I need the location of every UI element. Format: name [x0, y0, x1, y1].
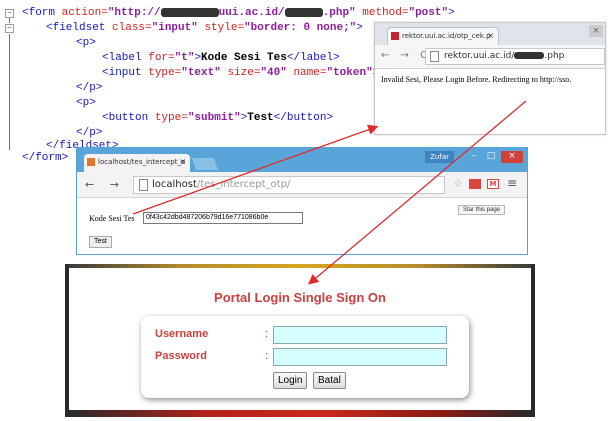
address-toolbar: ← → C rektor.uui.ac.id/ .php — [375, 45, 605, 69]
menu-icon[interactable]: ≡ — [507, 176, 517, 190]
browser-tab[interactable]: rektor.uui.ac.id/otp_cek.p × — [387, 27, 499, 45]
login-card: Username : Password : Login Batal — [141, 316, 469, 398]
password-input[interactable] — [273, 348, 447, 366]
url-prefix: rektor.uui.ac.id/ — [444, 51, 515, 61]
browser-tab[interactable]: localhost/tes_intercept_o × — [84, 154, 190, 172]
page-title: Portal Login Single Sign On — [214, 290, 386, 305]
gmail-icon[interactable]: M — [487, 179, 499, 189]
test-button[interactable]: Test — [89, 236, 112, 248]
tab-title: localhost/tes_intercept_o — [98, 158, 186, 166]
page-message: Invalid Sesi, Please Login Before. Redir… — [381, 75, 572, 84]
portal-login-page: Portal Login Single Sign On Username : P… — [65, 264, 535, 417]
token-input[interactable]: 0f43c42dbd487206b79d16e771086b0e — [143, 212, 303, 224]
username-label: Username — [155, 328, 209, 340]
code-line-input: <input type="text" size="40" name="token… — [102, 67, 379, 79]
address-bar[interactable]: rektor.uui.ac.id/ .php — [425, 48, 605, 65]
url-path: /tes_intercept_otp/ — [196, 179, 291, 190]
fold-toggle-icon[interactable]: − — [5, 24, 14, 33]
url-suffix: .php — [544, 51, 565, 61]
fold-line — [9, 34, 10, 150]
favicon-icon — [391, 32, 399, 40]
browser-window-otp-check: rektor.uui.ac.id/otp_cek.p × × ← → C rek… — [374, 22, 606, 135]
decorative-bottom-bar — [69, 410, 531, 417]
tab-title: rektor.uui.ac.id/otp_cek.p — [402, 32, 491, 40]
tab-close-icon[interactable]: × — [487, 28, 494, 44]
title-bar: localhost/tes_intercept_o × Zufar – □ × — [77, 148, 527, 172]
redacted-text — [160, 7, 219, 17]
window-close-button[interactable]: × — [589, 25, 603, 37]
username-input[interactable] — [273, 326, 447, 344]
cancel-button[interactable]: Batal — [313, 372, 346, 389]
tab-close-icon[interactable]: × — [179, 154, 186, 170]
star-this-page-tooltip: Star this page — [458, 205, 506, 215]
code-gutter: − − — [4, 6, 18, 156]
code-line-form-close: </form> — [22, 152, 69, 164]
username-colon: : — [265, 328, 269, 340]
code-line-p-close: </p> — [76, 82, 103, 94]
minimize-button[interactable]: – — [467, 151, 481, 163]
code-line-p-open: <p> — [76, 37, 96, 49]
fold-toggle-icon[interactable]: − — [5, 9, 14, 18]
redacted-text — [284, 7, 323, 17]
code-line-label: <label for="t">Kode Sesi Tes</label> — [102, 52, 340, 64]
page-icon — [430, 51, 439, 62]
nav-buttons[interactable]: ← → C — [381, 50, 431, 61]
address-toolbar: ← → C localhost/tes_intercept_otp/ ☆ M ≡ — [77, 172, 527, 198]
profile-badge[interactable]: Zufar — [425, 151, 454, 163]
code-line-button: <button type="submit">Test</button> — [102, 112, 334, 124]
password-label: Password — [155, 350, 207, 362]
token-label: Kode Sesi Tes — [89, 214, 135, 223]
code-line-p-open: <p> — [76, 97, 96, 109]
code-line-form-open: <form action="http://uui.ac.id/.php" met… — [22, 7, 455, 19]
bookmark-star-icon[interactable]: ☆ — [453, 177, 463, 190]
login-button[interactable]: Login — [273, 372, 308, 389]
tab-bar: rektor.uui.ac.id/otp_cek.p × × — [375, 23, 605, 45]
browser-window-intercept: localhost/tes_intercept_o × Zufar – □ × … — [76, 147, 528, 255]
close-button[interactable]: × — [501, 151, 523, 163]
page-icon — [139, 179, 148, 191]
code-line-fieldset-open: <fieldset class="input" style="border: 0… — [46, 22, 363, 34]
maximize-button[interactable]: □ — [484, 151, 498, 163]
code-editor: − − <form action="http://uui.ac.id/.php"… — [4, 6, 455, 164]
fold-line — [9, 18, 10, 23]
address-bar[interactable]: localhost/tes_intercept_otp/ — [133, 176, 445, 194]
favicon-icon — [87, 158, 95, 166]
new-tab-button[interactable] — [191, 158, 219, 170]
decorative-top-bar — [69, 264, 531, 268]
password-colon: : — [265, 350, 269, 362]
extension-icon[interactable] — [469, 179, 481, 189]
redacted-text — [514, 52, 545, 59]
url-host: localhost — [152, 179, 197, 190]
